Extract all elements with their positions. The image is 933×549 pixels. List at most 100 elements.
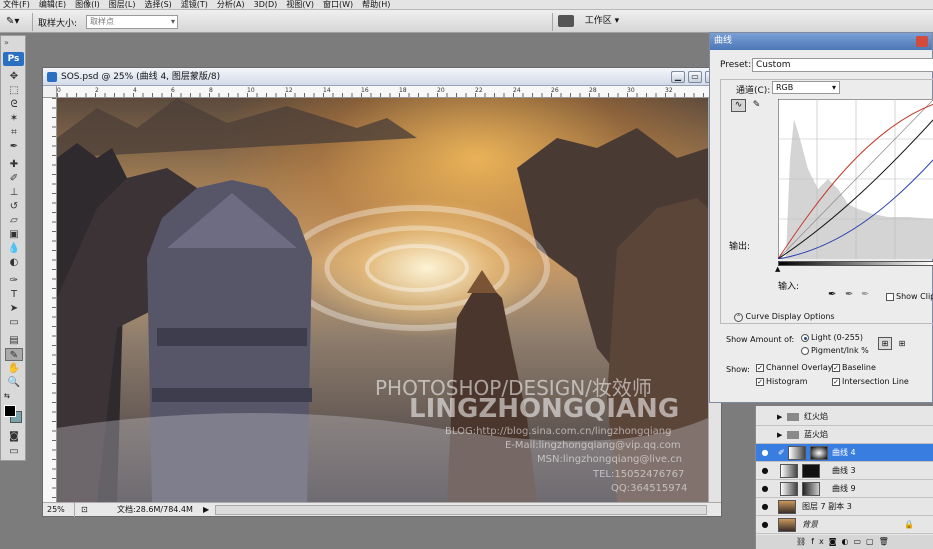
- link-icon[interactable]: ⛓: [796, 537, 811, 546]
- light-option[interactable]: Light (0-255): [801, 333, 863, 342]
- pen-tool-icon[interactable]: ✑: [5, 274, 23, 287]
- light-radio[interactable]: [801, 333, 809, 342]
- mask-thumbnail[interactable]: [802, 464, 820, 478]
- layer-row[interactable]: ● 曲线 9: [756, 480, 933, 498]
- blur-tool-icon[interactable]: 💧: [5, 242, 23, 255]
- magic-wand-tool-icon[interactable]: ✶: [5, 112, 23, 125]
- layer-row[interactable]: ● 曲线 3: [756, 462, 933, 480]
- foreground-color[interactable]: [4, 405, 16, 417]
- menu-filter[interactable]: 滤镜(T): [181, 0, 208, 9]
- adjustment-thumbnail[interactable]: [788, 446, 806, 460]
- menu-image[interactable]: 图像(I): [75, 0, 100, 9]
- clone-stamp-tool-icon[interactable]: ⊥: [5, 186, 23, 199]
- menu-edit[interactable]: 编辑(E): [39, 0, 66, 9]
- layer-thumbnail[interactable]: [778, 500, 796, 514]
- fx-icon[interactable]: fx: [811, 537, 829, 546]
- detailed-grid-icon[interactable]: ⊞: [895, 337, 909, 350]
- pencil-icon[interactable]: ✎: [750, 99, 763, 112]
- histogram-checkbox[interactable]: ✓: [756, 377, 764, 386]
- intersection-line-option[interactable]: ✓ Intersection Line: [832, 377, 909, 386]
- layer-row[interactable]: ● 图层 7 副本 3: [756, 498, 933, 516]
- simple-grid-icon[interactable]: ⊞: [878, 337, 892, 350]
- baseline-checkbox[interactable]: ✓: [832, 363, 840, 372]
- menu-select[interactable]: 选择(S): [144, 0, 171, 9]
- trash-icon[interactable]: 🗑: [879, 537, 894, 546]
- brush-tool-icon[interactable]: ✐: [5, 172, 23, 185]
- eyedropper-tool-active-icon[interactable]: ✎: [5, 348, 23, 361]
- gradient-tool-icon[interactable]: ▣: [5, 228, 23, 241]
- gray-eyedropper-icon[interactable]: ✒: [845, 289, 853, 300]
- eye-icon[interactable]: ●: [759, 448, 771, 458]
- channel-overlays-option[interactable]: ✓ Channel Overlays: [756, 363, 837, 372]
- lasso-tool-icon[interactable]: ᘓ: [5, 98, 23, 111]
- sample-size-select[interactable]: 取样点 ▾: [86, 15, 178, 29]
- menu-3d[interactable]: 3D(D): [254, 0, 278, 9]
- document-canvas[interactable]: PHOTOSHOP/DESIGN/妆效师 LINGZHONGQIANG BLOG…: [57, 98, 708, 502]
- channel-select[interactable]: RGB ▾: [772, 81, 840, 94]
- collapse-icon[interactable]: »: [4, 38, 9, 47]
- pigment-radio[interactable]: [801, 346, 809, 355]
- eye-icon[interactable]: ●: [759, 466, 771, 476]
- eraser-tool-icon[interactable]: ▱: [5, 214, 23, 227]
- white-eyedropper-icon[interactable]: ✒: [861, 289, 869, 300]
- curves-dialog-title-bar[interactable]: 曲线: [710, 33, 932, 50]
- workspace-icon[interactable]: [558, 15, 574, 27]
- eyedropper-preset-icon[interactable]: ✎▾: [6, 14, 30, 29]
- menu-file[interactable]: 文件(F): [3, 0, 30, 9]
- vertical-ruler[interactable]: [43, 98, 57, 502]
- dodge-tool-icon[interactable]: ◐: [5, 256, 23, 269]
- layer-thumbnail[interactable]: [778, 518, 796, 532]
- expand-arrow-icon[interactable]: ▶: [777, 408, 782, 426]
- histogram-option[interactable]: ✓ Histogram: [756, 377, 808, 386]
- curve-edit-point-icon[interactable]: ∿: [731, 99, 746, 112]
- status-arrow-icon[interactable]: ▶: [203, 503, 209, 517]
- path-select-tool-icon[interactable]: ➤: [5, 302, 23, 315]
- visibility-toggle[interactable]: [759, 412, 771, 422]
- maximize-button[interactable]: ▭: [688, 71, 702, 83]
- black-eyedropper-icon[interactable]: ✒: [828, 289, 836, 300]
- folder-icon[interactable]: ▭: [853, 537, 866, 546]
- layer-row[interactable]: ● 背景 🔒: [756, 516, 933, 534]
- intersection-line-checkbox[interactable]: ✓: [832, 377, 840, 386]
- document-title-bar[interactable]: SOS.psd @ 25% (曲线 4, 图层蒙版/8) ▁ ▭ ✕: [43, 68, 721, 86]
- layer-row[interactable]: ▶ 红火焰: [756, 408, 933, 426]
- horizontal-ruler[interactable]: 0 2 4 6 8 10 12 14 16 18 20 22 24 26 28 …: [57, 86, 719, 98]
- marquee-tool-icon[interactable]: ⬚: [5, 84, 23, 97]
- zoom-level[interactable]: 25%: [47, 503, 75, 517]
- black-point-slider-icon[interactable]: ▲: [775, 265, 780, 273]
- ruler-origin[interactable]: [43, 86, 57, 98]
- screen-mode-icon[interactable]: ▭: [5, 445, 23, 458]
- history-brush-tool-icon[interactable]: ↺: [5, 200, 23, 213]
- mask-icon[interactable]: ◙: [829, 537, 842, 546]
- type-tool-icon[interactable]: T: [5, 288, 23, 301]
- close-icon[interactable]: [916, 36, 928, 47]
- layer-row[interactable]: ● ✐ 曲线 4: [756, 444, 933, 462]
- curves-graph[interactable]: [778, 99, 933, 259]
- preset-select[interactable]: Custom: [752, 58, 933, 72]
- eye-icon[interactable]: ●: [759, 520, 771, 530]
- new-layer-icon[interactable]: ▢: [866, 537, 879, 546]
- status-menu-icon[interactable]: ⊡: [81, 503, 88, 517]
- crop-tool-icon[interactable]: ⌗: [5, 126, 23, 139]
- show-clipping-option[interactable]: Show Clipp: [886, 292, 933, 301]
- eyedropper-tool-icon[interactable]: ✒: [5, 140, 23, 153]
- menu-analysis[interactable]: 分析(A): [217, 0, 245, 9]
- expand-arrow-icon[interactable]: ▶: [777, 426, 782, 444]
- eye-icon[interactable]: ●: [759, 502, 771, 512]
- workspace-button[interactable]: 工作区 ▾: [578, 14, 626, 29]
- move-tool-icon[interactable]: ✥: [5, 70, 23, 83]
- show-clipping-checkbox[interactable]: [886, 292, 894, 301]
- minimize-button[interactable]: ▁: [671, 71, 685, 83]
- menu-view[interactable]: 视图(V): [286, 0, 314, 9]
- baseline-option[interactable]: ✓ Baseline: [832, 363, 876, 372]
- eye-icon[interactable]: ●: [759, 484, 771, 494]
- adjustment-thumbnail[interactable]: [780, 464, 798, 478]
- mask-thumbnail[interactable]: [802, 482, 820, 496]
- healing-brush-tool-icon[interactable]: ✚: [5, 158, 23, 171]
- mask-thumbnail[interactable]: [810, 446, 828, 460]
- shape-tool-icon[interactable]: ▭: [5, 316, 23, 329]
- zoom-tool-icon[interactable]: 🔍: [5, 376, 23, 389]
- menu-help[interactable]: 帮助(H): [362, 0, 390, 9]
- swap-colors-icon[interactable]: ⇆: [4, 392, 10, 400]
- quick-mask-icon[interactable]: ◙: [5, 430, 23, 443]
